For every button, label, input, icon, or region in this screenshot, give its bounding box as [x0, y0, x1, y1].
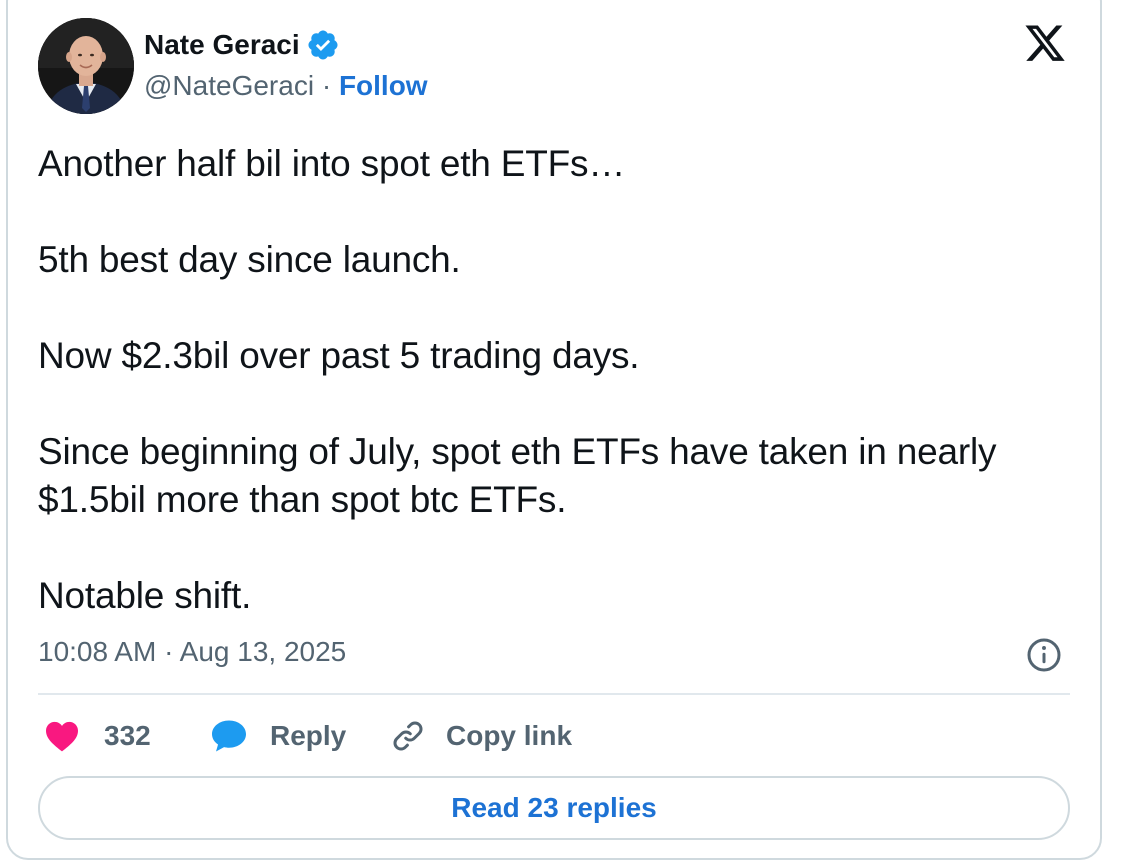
like-button[interactable]: 332	[44, 720, 210, 752]
author-handle-row: @NateGeraci · Follow	[144, 70, 428, 102]
tweet-paragraph: Another half bil into spot eth ETFs…	[38, 143, 626, 184]
author-avatar[interactable]	[38, 18, 134, 114]
tweet-paragraph: Since beginning of July, spot eth ETFs h…	[38, 431, 997, 520]
avatar-portrait-icon	[38, 18, 134, 114]
link-icon	[393, 721, 423, 751]
action-bar: 332 Reply Copy link	[44, 714, 572, 758]
heart-icon	[46, 721, 78, 752]
tweet-paragraph: Notable shift.	[38, 575, 252, 616]
read-replies-label: Read 23 replies	[451, 792, 657, 823]
author-name[interactable]: Nate Geraci	[144, 29, 300, 61]
divider	[38, 693, 1070, 695]
info-icon[interactable]	[1026, 637, 1062, 673]
reply-bubble-icon	[212, 720, 246, 752]
copy-link-label: Copy link	[446, 720, 573, 751]
tweet-body: Another half bil into spot eth ETFs… 5th…	[38, 140, 1078, 620]
reply-label: Reply	[270, 720, 347, 751]
copy-link-button[interactable]: Copy link	[390, 718, 572, 754]
author-name-row: Nate Geraci	[144, 26, 340, 64]
verified-badge-icon	[308, 30, 338, 60]
reply-button[interactable]: Reply	[210, 719, 390, 753]
tweet-paragraph: Now $2.3bil over past 5 trading days.	[38, 335, 640, 376]
follow-button[interactable]: Follow	[339, 70, 428, 101]
tweet-paragraph: 5th best day since launch.	[38, 239, 461, 280]
x-logo-icon[interactable]	[1022, 25, 1068, 65]
tweet-timestamp[interactable]: 10:08 AM · Aug 13, 2025	[38, 636, 346, 668]
like-count: 332	[104, 720, 151, 751]
author-handle[interactable]: @NateGeraci	[144, 70, 314, 101]
read-replies-button[interactable]: Read 23 replies	[38, 776, 1070, 840]
handle-separator: ·	[314, 70, 339, 101]
